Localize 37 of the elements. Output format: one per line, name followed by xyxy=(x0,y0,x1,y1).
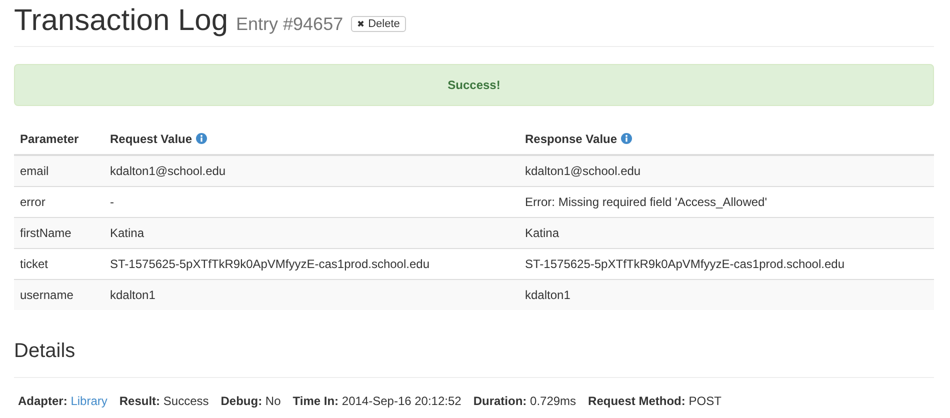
info-icon xyxy=(621,133,632,144)
detail-value: POST xyxy=(688,394,722,408)
table-cell: kdalton1@school.edu xyxy=(110,164,226,178)
detail-value: Success xyxy=(163,394,209,408)
table-cell: Error: Missing required field 'Access_Allowed' xyxy=(525,195,768,209)
table-cell: ST-1575625-5pXTfTkR9k0ApVMfyyzE-cas1prod.school.edu xyxy=(525,257,844,271)
detail-label: Duration: xyxy=(473,394,527,408)
table-cell: - xyxy=(110,195,114,209)
table-cell: kdalton1 xyxy=(110,288,156,302)
success-alert: Success! xyxy=(14,64,934,106)
column-header: Response Value xyxy=(525,132,618,146)
detail-label: Adapter: xyxy=(18,394,68,408)
table-cell: kdalton1 xyxy=(525,288,570,302)
detail-value: 0.729ms xyxy=(530,394,576,408)
column-header: Request Value xyxy=(110,132,192,146)
table-cell: Katina xyxy=(110,226,144,240)
detail-label: Request Method: xyxy=(588,394,686,408)
table-cell: Katina xyxy=(525,226,560,240)
table-cell: kdalton1@school.edu xyxy=(525,164,641,178)
table-cell: firstName xyxy=(20,226,72,240)
entry-number: Entry #94657 xyxy=(236,14,344,35)
table-cell: ST-1575625-5pXTfTkR9k0ApVMfyyzE-cas1prod.school.edu xyxy=(110,257,430,271)
detail-label: Result: xyxy=(119,394,160,408)
section-heading: Details xyxy=(14,340,934,378)
detail-label: Time In: xyxy=(292,394,339,408)
delete-button[interactable]: ✖ Delete xyxy=(351,16,406,32)
info-icon xyxy=(196,133,208,144)
column-header: Parameter xyxy=(20,132,79,146)
adapter-link[interactable]: Library xyxy=(70,394,108,408)
detail-value: 2014-Sep-16 20:12:52 xyxy=(342,394,462,408)
table-cell: email xyxy=(20,164,49,178)
table-cell: error xyxy=(20,195,46,209)
detail-value: No xyxy=(265,394,281,408)
page-title: Transaction Log xyxy=(14,4,228,38)
table-cell: username xyxy=(20,288,74,302)
table-cell: ticket xyxy=(20,257,48,271)
detail-label: Debug: xyxy=(220,394,262,408)
